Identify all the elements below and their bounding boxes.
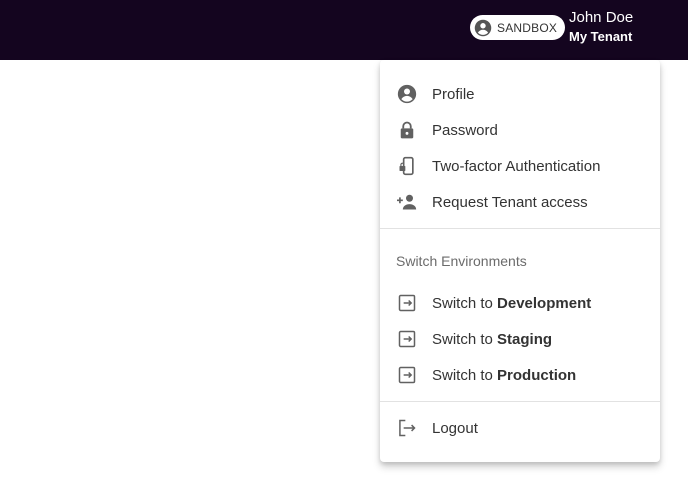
user-menu-toggle[interactable]: John Doe My Tenant	[569, 9, 633, 46]
tenant-name: My Tenant	[569, 29, 633, 44]
user-dropdown-menu: Profile Password Two-factor Authenticati…	[380, 60, 660, 462]
account-circle-icon	[396, 83, 418, 105]
switch-environments-header: Switch Environments	[396, 253, 527, 269]
environment-name: Staging	[497, 330, 553, 348]
menu-item-label: Switch to Production	[432, 366, 577, 384]
menu-item-label: Password	[432, 121, 498, 139]
account-circle-icon	[474, 19, 492, 37]
switch-env-icon	[396, 328, 418, 350]
top-app-bar: SANDBOX John Doe My Tenant	[0, 0, 688, 60]
menu-item-request-tenant-access[interactable]: Request Tenant access	[380, 184, 660, 220]
menu-item-profile[interactable]: Profile	[380, 76, 660, 112]
menu-divider	[380, 401, 660, 402]
menu-item-label: Logout	[432, 419, 478, 437]
switch-env-icon	[396, 364, 418, 386]
menu-item-label: Switch to Development	[432, 294, 592, 312]
lock-icon	[396, 119, 418, 141]
environment-badge[interactable]: SANDBOX	[470, 15, 566, 40]
menu-divider	[380, 228, 660, 229]
menu-item-label: Two-factor Authentication	[432, 157, 601, 175]
menu-item-label: Profile	[432, 85, 475, 103]
menu-item-two-factor[interactable]: Two-factor Authentication	[380, 148, 660, 184]
switch-env-icon	[396, 292, 418, 314]
menu-item-logout[interactable]: Logout	[380, 410, 660, 446]
user-name: John Doe	[569, 9, 634, 26]
menu-item-switch-production[interactable]: Switch to Production	[380, 357, 660, 393]
menu-item-label: Request Tenant access	[432, 193, 588, 211]
phone-lock-icon	[396, 155, 418, 177]
menu-item-switch-development[interactable]: Switch to Development	[380, 285, 660, 321]
menu-item-password[interactable]: Password	[380, 112, 660, 148]
environment-name: Development	[497, 294, 592, 312]
environment-name: Production	[497, 366, 577, 384]
menu-item-label: Switch to Staging	[432, 330, 553, 348]
logout-icon	[396, 417, 418, 439]
menu-item-switch-staging[interactable]: Switch to Staging	[380, 321, 660, 357]
environment-badge-label: SANDBOX	[497, 20, 558, 35]
person-add-icon	[396, 191, 418, 213]
